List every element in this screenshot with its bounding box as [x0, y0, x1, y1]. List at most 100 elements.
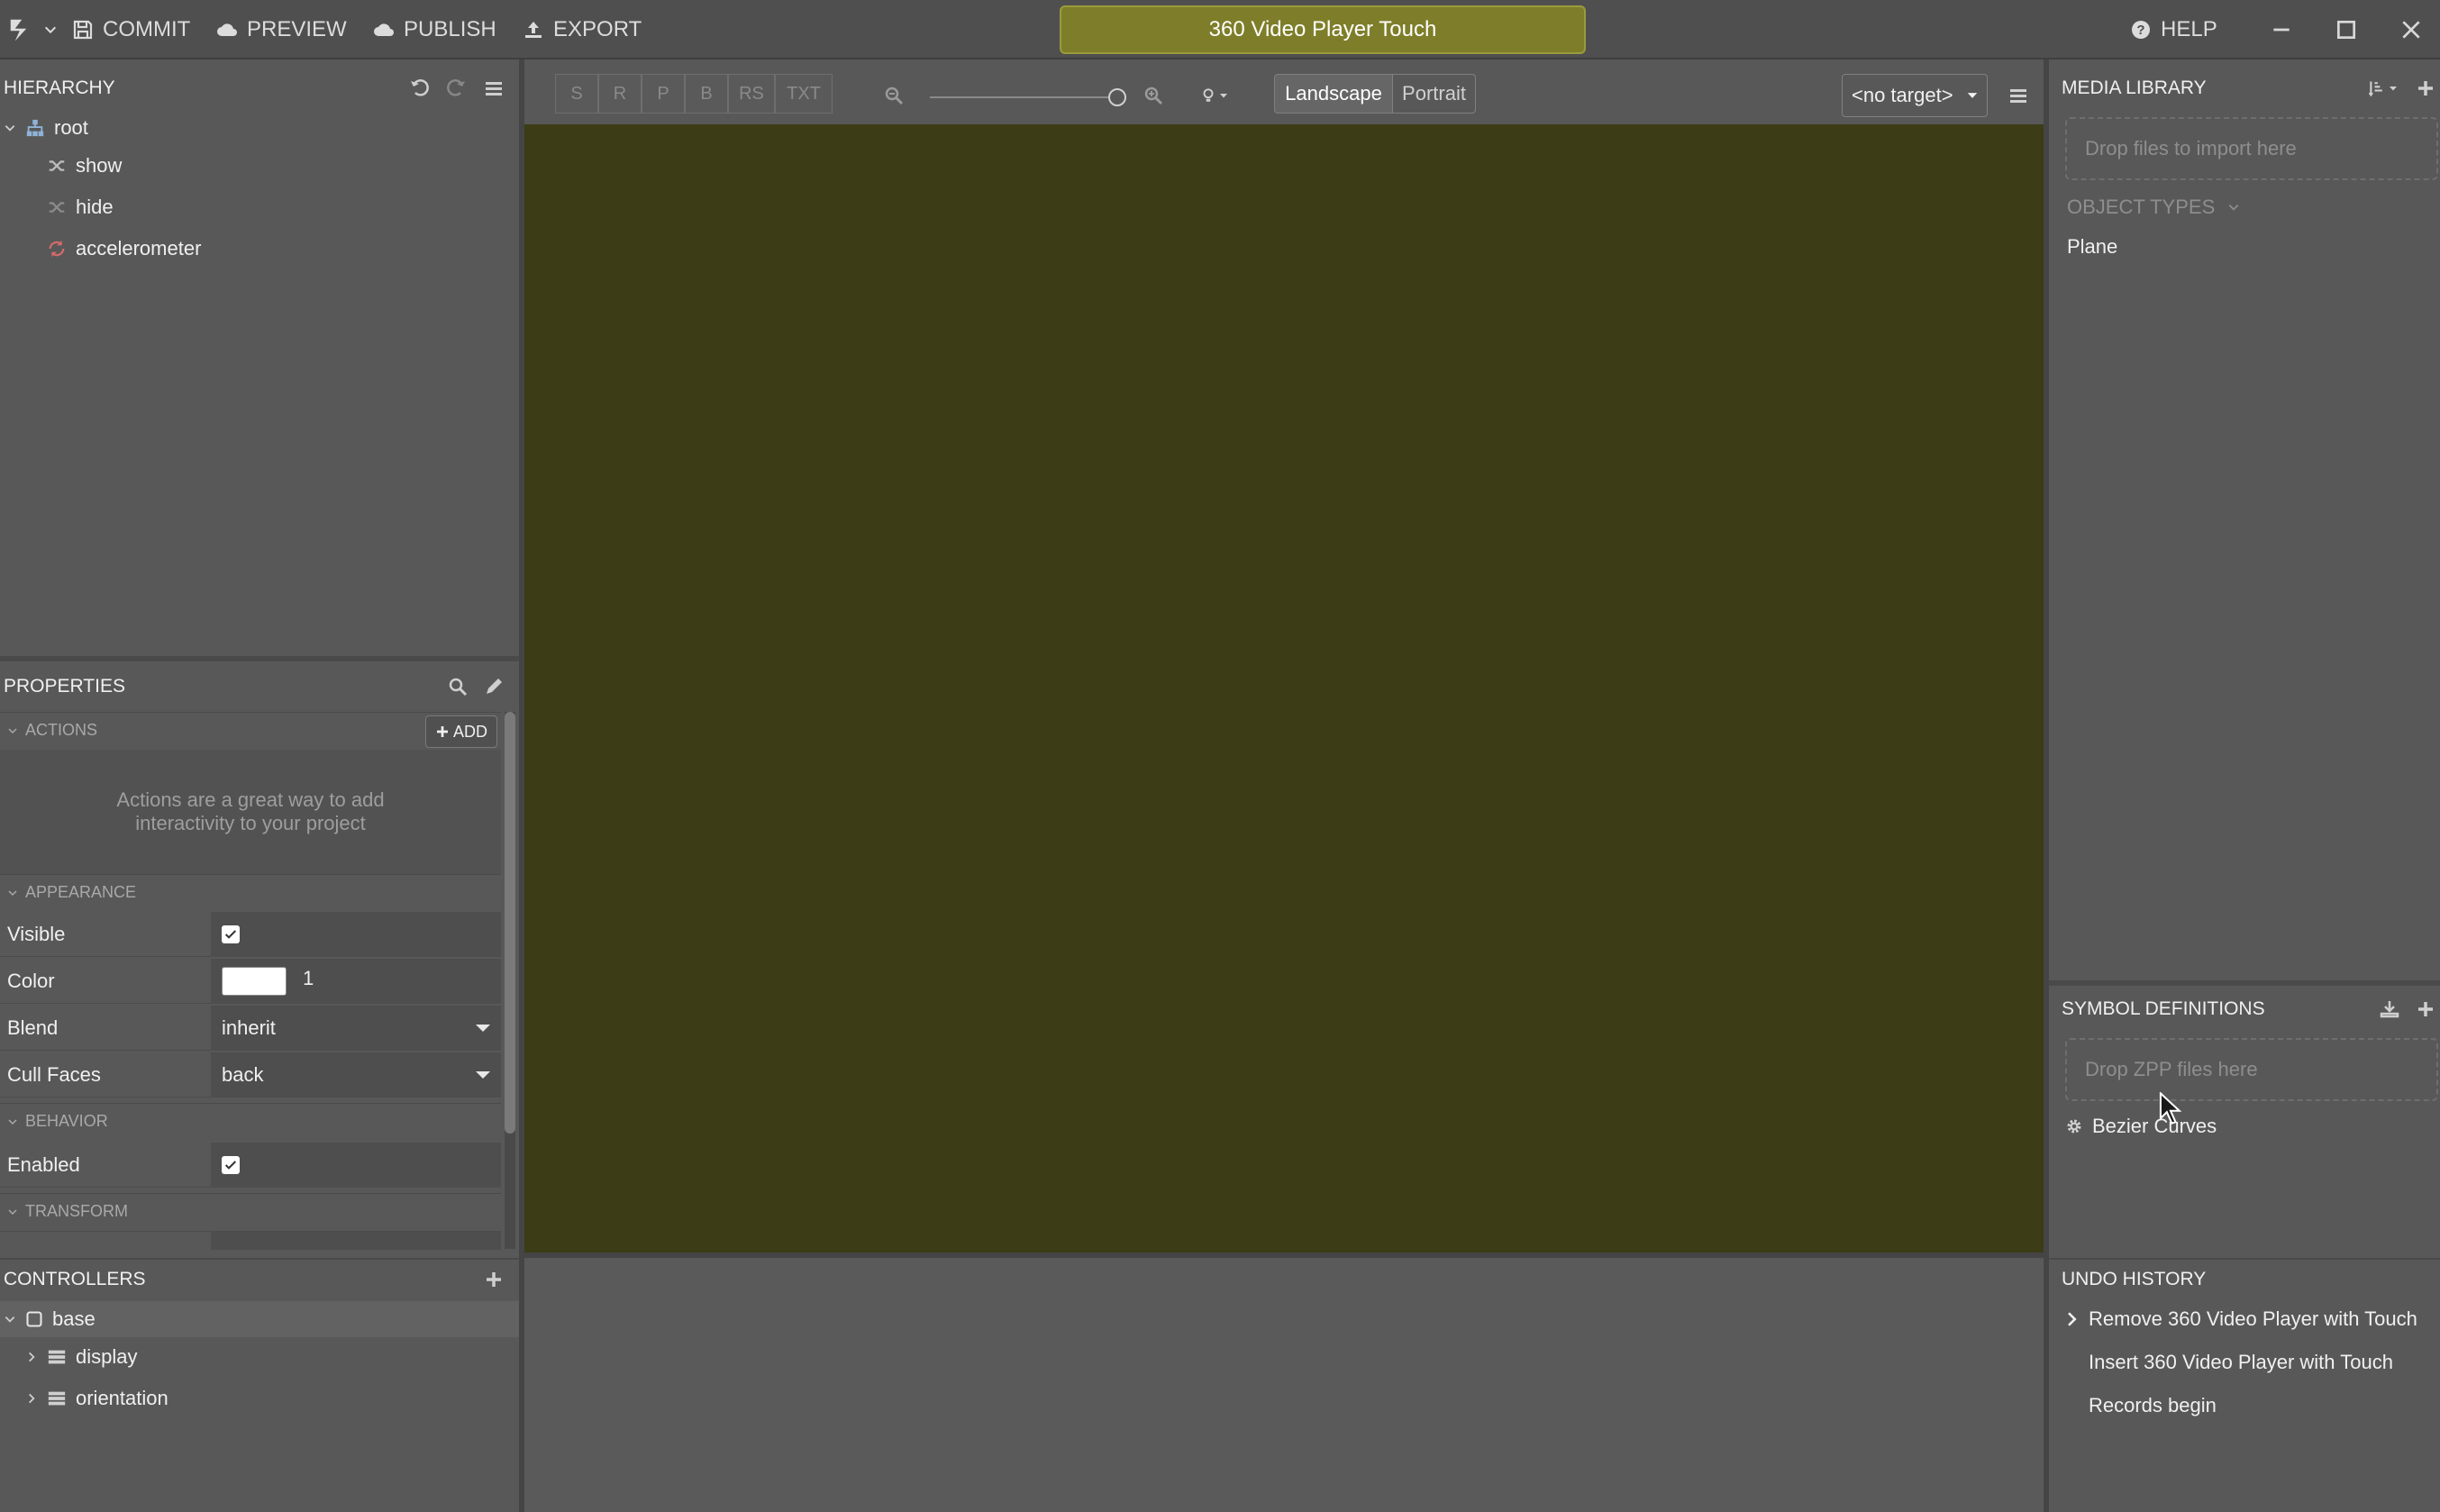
undo-item[interactable]: Records begin [2089, 1388, 2217, 1424]
publish-button[interactable]: PUBLISH [373, 0, 496, 59]
tree-item-hide[interactable]: hide [47, 189, 114, 225]
zoom-slider-handle[interactable] [1108, 88, 1126, 106]
tree-item-show[interactable]: show [47, 148, 122, 184]
tool-position-button[interactable]: P [642, 74, 685, 114]
scrollbar-thumb[interactable] [505, 712, 515, 1134]
gear-icon [2067, 1119, 2081, 1134]
export-button[interactable]: EXPORT [523, 0, 642, 59]
redo-icon[interactable] [445, 77, 467, 99]
color-value: 1 [211, 959, 501, 1004]
hierarchy-header: HIERARCHY [0, 68, 519, 108]
zoom-out-icon[interactable] [883, 85, 905, 106]
transform-value-partial [211, 1232, 501, 1250]
add-controller-icon[interactable] [483, 1269, 505, 1290]
undo-history-title: UNDO HISTORY [2062, 1269, 2207, 1289]
shuffle-icon [49, 202, 65, 213]
export-label: EXPORT [553, 17, 642, 41]
square-icon [26, 1311, 42, 1327]
help-button[interactable]: ? HELP [2130, 0, 2217, 59]
panel-divider[interactable] [0, 656, 519, 661]
caret-down-icon [1967, 93, 1977, 98]
blend-value: inherit [222, 1016, 276, 1039]
cull-faces-select[interactable]: back [211, 1052, 501, 1098]
object-types-toggle[interactable]: OBJECT TYPES [2067, 193, 2240, 222]
media-dropzone[interactable]: Drop files to import here [2065, 117, 2438, 180]
tree-item-label: hide [76, 196, 114, 218]
light-toggle-button[interactable] [1200, 85, 1229, 106]
chevron-right-icon [29, 1352, 35, 1362]
tool-rotate-button[interactable]: R [598, 74, 642, 114]
pencil-icon[interactable] [483, 676, 505, 697]
right-panel-divider[interactable] [2049, 980, 2440, 986]
preview-label: PREVIEW [247, 17, 347, 41]
properties-scrollbar[interactable] [505, 712, 515, 1249]
import-symbol-icon[interactable] [2379, 998, 2400, 1020]
preview-button[interactable]: PREVIEW [216, 0, 347, 59]
save-icon [73, 20, 93, 40]
portrait-button[interactable]: Portrait [1393, 74, 1476, 114]
viewport-menu-icon[interactable] [2008, 85, 2029, 106]
commit-button[interactable]: COMMIT [72, 0, 190, 59]
add-media-icon[interactable] [2415, 77, 2436, 99]
tree-item-label: root [54, 116, 88, 139]
actions-section-label: ACTIONS [25, 721, 98, 739]
zoom-slider[interactable] [930, 96, 1119, 98]
enabled-checkbox[interactable] [222, 1156, 240, 1174]
visible-checkbox[interactable] [222, 925, 240, 943]
color-row: Color 1 [0, 959, 501, 1004]
add-symbol-icon[interactable] [2415, 998, 2436, 1020]
maximize-button[interactable] [2314, 0, 2379, 59]
behavior-section-header[interactable]: BEHAVIOR [0, 1103, 501, 1139]
layers-icon [48, 1391, 66, 1406]
sort-button[interactable] [2368, 77, 2404, 99]
tree-item-accelerometer[interactable]: accelerometer [47, 231, 201, 267]
controller-label: base [52, 1307, 96, 1330]
undo-item[interactable]: Insert 360 Video Player with Touch [2089, 1344, 2393, 1380]
visible-value [211, 912, 501, 957]
zoom-in-icon[interactable] [1143, 85, 1164, 106]
tree-item-root[interactable]: root [4, 110, 88, 146]
close-button[interactable] [2379, 0, 2440, 59]
appearance-section-label: APPEARANCE [25, 883, 137, 901]
undo-item[interactable]: Remove 360 Video Player with Touch [2089, 1301, 2417, 1337]
appearance-section-header[interactable]: APPEARANCE [0, 874, 501, 910]
hamburger-menu-icon[interactable] [483, 77, 505, 99]
controller-item-orientation[interactable]: orientation [25, 1380, 168, 1416]
controller-item-base[interactable]: base [4, 1301, 96, 1337]
target-select[interactable]: <no target> [1842, 74, 1988, 117]
add-label: ADD [452, 722, 487, 741]
transform-section-label: TRANSFORM [25, 1202, 128, 1220]
controller-item-display[interactable]: display [25, 1339, 137, 1375]
symbol-item-bezier-curves[interactable]: Bezier Curves [2065, 1108, 2217, 1144]
color-swatch[interactable] [222, 967, 287, 996]
tool-txt-button[interactable]: TXT [775, 74, 833, 114]
caret-down-icon [2390, 87, 2397, 91]
app-menu-button[interactable] [7, 0, 58, 59]
controllers-title: CONTROLLERS [4, 1269, 146, 1289]
hierarchy-tree-icon [26, 119, 44, 137]
chevron-down-icon [5, 125, 15, 132]
cloud-upload-icon [374, 23, 394, 36]
stage-canvas[interactable] [524, 124, 2044, 1252]
tool-b-button[interactable]: B [685, 74, 728, 114]
transform-section-header[interactable]: TRANSFORM [0, 1193, 501, 1229]
blend-select[interactable]: inherit [211, 1006, 501, 1051]
object-type-plane[interactable]: Plane [2067, 229, 2117, 265]
undo-icon[interactable] [409, 77, 431, 99]
landscape-button[interactable]: Landscape [1274, 74, 1393, 114]
enabled-label: Enabled [7, 1153, 80, 1176]
checkmark-icon [224, 1161, 237, 1170]
search-icon[interactable] [447, 676, 469, 697]
tool-rs-button[interactable]: RS [728, 74, 775, 114]
tool-scale-button[interactable]: S [555, 74, 598, 114]
tree-item-label: accelerometer [76, 237, 202, 260]
add-action-button[interactable]: ADD [425, 715, 497, 748]
controllers-header: CONTROLLERS [0, 1260, 519, 1299]
symbol-item-label: Bezier Curves [2092, 1115, 2217, 1137]
properties-title: PROPERTIES [4, 676, 125, 697]
color-alpha-value[interactable]: 1 [303, 967, 314, 990]
minimize-button[interactable] [2249, 0, 2314, 59]
zpp-dropzone[interactable]: Drop ZPP files here [2065, 1038, 2438, 1101]
symbol-definitions-panel: SYMBOL DEFINITIONS Drop ZPP files here B… [2049, 989, 2440, 1252]
project-title[interactable]: 360 Video Player Touch [1060, 5, 1586, 54]
